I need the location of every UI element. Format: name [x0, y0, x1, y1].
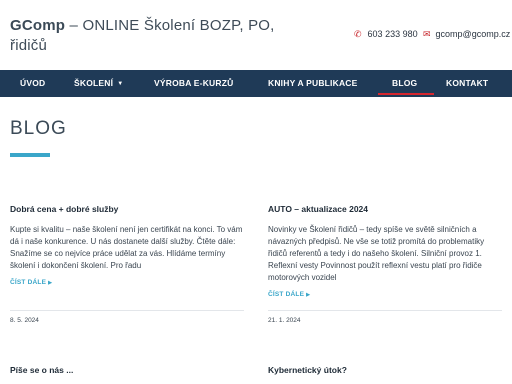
post-divider — [268, 310, 502, 311]
header-phone[interactable]: ✆ 603 233 980 — [354, 29, 418, 39]
title-accent-bar — [10, 153, 50, 157]
nav-item-skoleni[interactable]: ŠKOLENÍ ▼ — [74, 70, 123, 97]
nav-active-indicator — [378, 93, 434, 95]
read-more-link[interactable]: ČÍST DÁLE ▶ — [10, 279, 244, 286]
read-more-label: ČÍST DÁLE — [268, 291, 305, 298]
arrow-right-icon: ▶ — [306, 292, 311, 298]
nav-label: BLOG — [392, 78, 418, 88]
post-excerpt: Kupte si kvalitu – naše školení není jen… — [10, 225, 243, 270]
nav-label: VÝROBA E-KURZŮ — [154, 78, 234, 88]
post-card: Dobrá cena + dobré služby Kupte si kvali… — [10, 203, 244, 286]
post-card: Kybernetický útok? — [268, 364, 502, 376]
nav-label: KONTAKT — [446, 78, 489, 88]
post-title[interactable]: AUTO – aktualizace 2024 — [268, 203, 502, 215]
nav-label: ŠKOLENÍ — [74, 78, 114, 88]
email-address: gcomp@gcomp.cz — [435, 29, 511, 39]
page-title: BLOG — [10, 118, 67, 139]
phone-number: 603 233 980 — [367, 29, 418, 39]
chevron-down-icon: ▼ — [117, 81, 124, 87]
site-logo[interactable]: GComp – ONLINE Školení BOZP, PO, řidičů — [10, 16, 310, 56]
read-more-label: ČÍST DÁLE — [10, 279, 47, 286]
read-more-link[interactable]: ČÍST DÁLE ▶ — [268, 291, 502, 298]
post-date: 8. 5. 2024 — [10, 317, 39, 324]
main-navigation: ÚVOD ŠKOLENÍ ▼ VÝROBA E-KURZŮ KNIHY A PUB… — [0, 70, 512, 97]
phone-icon: ✆ — [354, 29, 362, 39]
post-divider — [10, 310, 244, 311]
nav-label: KNIHY A PUBLIKACE — [268, 78, 358, 88]
header-email[interactable]: ✉ gcomp@gcomp.cz — [423, 29, 510, 39]
nav-label: ÚVOD — [20, 78, 46, 88]
site-header: GComp – ONLINE Školení BOZP, PO, řidičů … — [0, 0, 512, 70]
post-card: Píše se o nás ... — [10, 364, 244, 376]
post-title[interactable]: Dobrá cena + dobré služby — [10, 203, 244, 215]
nav-item-vyroba-e-kurzu[interactable]: VÝROBA E-KURZŮ — [154, 70, 233, 97]
post-date: 21. 1. 2024 — [268, 317, 301, 324]
post-title[interactable]: Kybernetický útok? — [268, 364, 502, 376]
nav-item-kontakt[interactable]: KONTAKT — [446, 70, 488, 97]
nav-item-knihy-a-publikace[interactable]: KNIHY A PUBLIKACE — [268, 70, 358, 97]
arrow-right-icon: ▶ — [48, 280, 53, 286]
nav-item-uvod[interactable]: ÚVOD — [20, 70, 45, 97]
post-card: AUTO – aktualizace 2024 Novinky ve Škole… — [268, 203, 502, 298]
envelope-icon: ✉ — [423, 29, 431, 39]
brand-name: GComp — [10, 17, 66, 34]
post-excerpt: Novinky ve Školení řidičů – tedy spíše v… — [268, 225, 485, 282]
post-title[interactable]: Píše se o nás ... — [10, 364, 244, 376]
